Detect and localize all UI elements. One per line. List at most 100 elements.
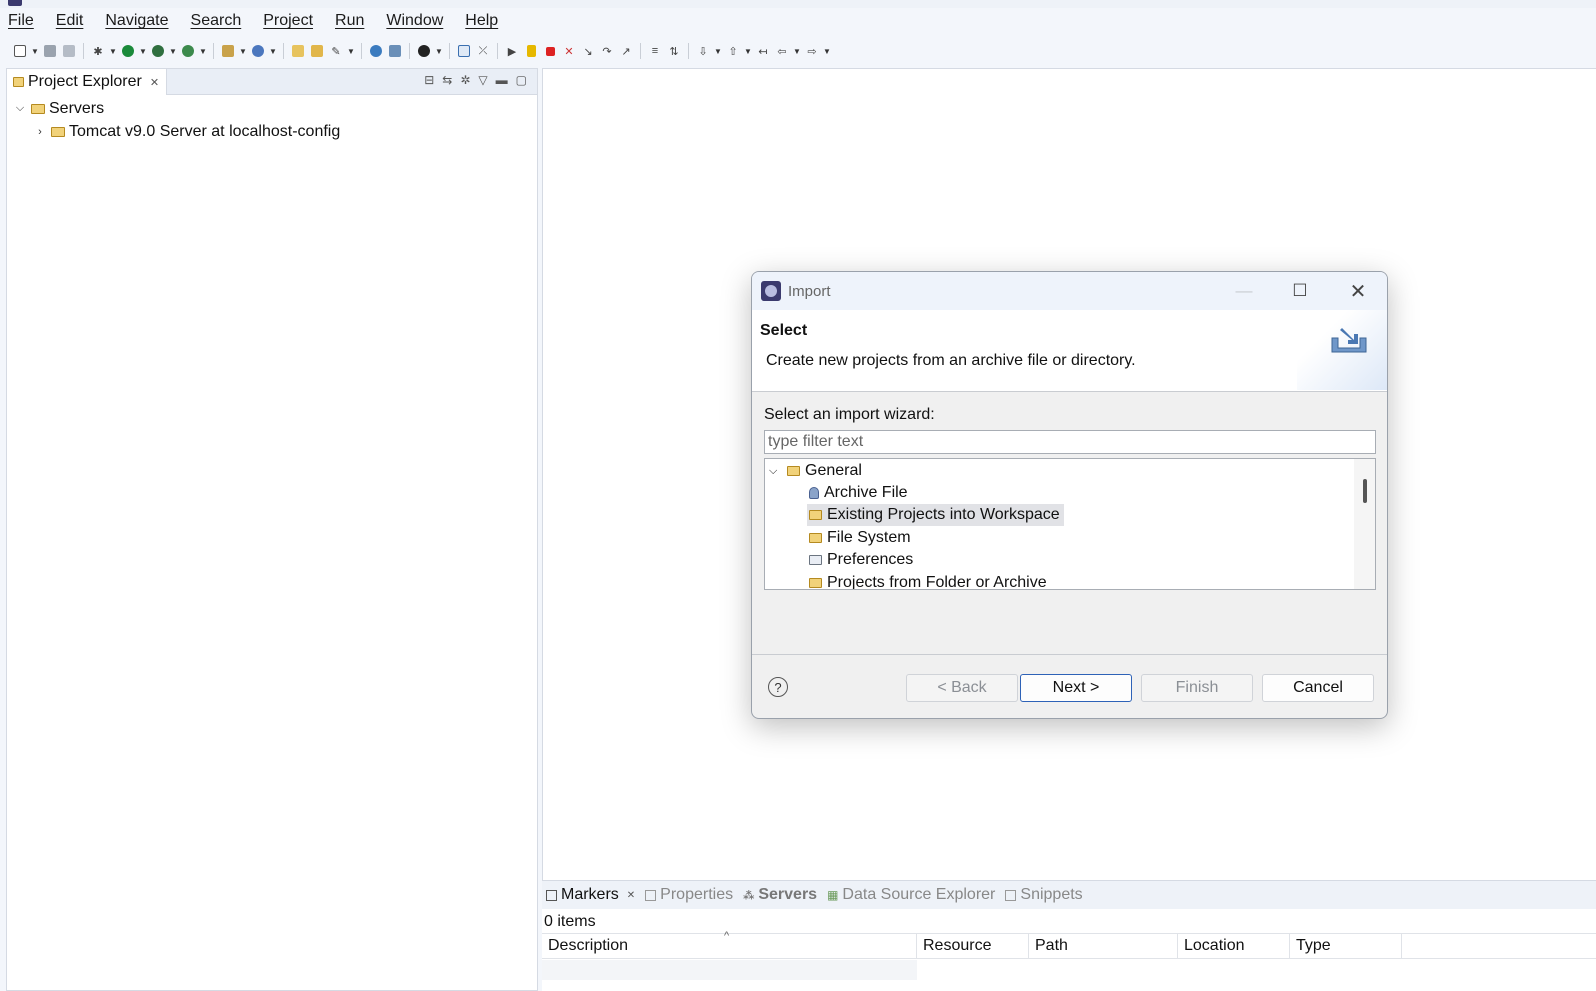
column-location[interactable]: Location <box>1178 934 1290 958</box>
chevron-down-icon[interactable]: ⌵ <box>13 102 27 115</box>
tree-group-general[interactable]: ⌵ General <box>769 460 862 482</box>
minimize-icon[interactable]: ▬ <box>496 73 508 87</box>
toolbar-separator <box>361 43 362 59</box>
chevron-down-icon[interactable]: ⌵ <box>769 465 787 478</box>
tree-scrollbar[interactable] <box>1354 459 1375 589</box>
step-into-icon[interactable]: ↘ <box>580 43 596 59</box>
menu-window[interactable]: Window <box>386 12 443 30</box>
chevron-down-icon[interactable]: ▼ <box>139 43 147 59</box>
chevron-down-icon[interactable]: ▼ <box>714 43 722 59</box>
filter-input[interactable] <box>764 430 1376 454</box>
tree-item-file-system[interactable]: File System <box>809 527 911 549</box>
forward-icon[interactable]: ⇨ <box>804 43 820 59</box>
close-icon[interactable]: ✕ <box>150 76 159 89</box>
column-type[interactable]: Type <box>1290 934 1402 958</box>
chevron-down-icon[interactable]: ▼ <box>793 43 801 59</box>
disconnect-icon[interactable]: ✕ <box>561 43 577 59</box>
tree-item-projects-from-folder[interactable]: Projects from Folder or Archive <box>809 572 1047 589</box>
web-browser-icon[interactable] <box>368 43 384 59</box>
resume-icon[interactable]: ▶ <box>504 43 520 59</box>
link-with-editor-icon[interactable]: ⇆ <box>442 73 452 87</box>
chevron-down-icon[interactable]: ▼ <box>435 43 443 59</box>
cancel-button[interactable]: Cancel <box>1262 674 1374 702</box>
chevron-down-icon[interactable]: ▼ <box>199 43 207 59</box>
menu-edit[interactable]: Edit <box>56 12 84 30</box>
open-type-icon[interactable] <box>290 43 306 59</box>
menu-search[interactable]: Search <box>191 12 242 30</box>
menu-run[interactable]: Run <box>335 12 364 30</box>
chevron-down-icon[interactable]: ▼ <box>269 43 277 59</box>
close-icon[interactable]: ✕ <box>1338 278 1378 304</box>
back-button[interactable]: < Back <box>906 674 1018 702</box>
console-icon[interactable] <box>456 43 472 59</box>
servers-icon: ⁂ <box>743 889 755 902</box>
maximize-icon[interactable]: ▢ <box>516 73 527 87</box>
chevron-right-icon[interactable]: › <box>33 126 47 138</box>
tree-item-preferences[interactable]: Preferences <box>809 549 913 571</box>
tab-data-source-explorer[interactable]: ▦ Data Source Explorer <box>827 886 995 904</box>
chevron-down-icon[interactable]: ▼ <box>347 43 355 59</box>
suspend-icon[interactable] <box>523 43 539 59</box>
tree-item-existing-projects[interactable]: Existing Projects into Workspace <box>807 504 1064 526</box>
new-class-icon[interactable] <box>250 43 266 59</box>
step-return-icon[interactable]: ↗ <box>618 43 634 59</box>
tree-item-archive-file[interactable]: Archive File <box>809 482 908 504</box>
next-button[interactable]: Next > <box>1020 674 1132 702</box>
menu-project[interactable]: Project <box>263 12 313 30</box>
step-over-icon[interactable]: ↷ <box>599 43 615 59</box>
project-explorer-icon <box>13 77 24 87</box>
use-step-filters-icon[interactable]: ⇅ <box>666 43 682 59</box>
minimize-icon[interactable]: — <box>1224 278 1264 304</box>
web-service-icon[interactable] <box>387 43 403 59</box>
column-path[interactable]: Path <box>1029 934 1178 958</box>
terminate-icon[interactable] <box>542 43 558 59</box>
menu-file[interactable]: File <box>8 12 34 30</box>
debug-icon[interactable]: ✱ <box>90 43 106 59</box>
coverage-icon[interactable] <box>150 43 166 59</box>
chevron-down-icon[interactable]: ▼ <box>744 43 752 59</box>
previous-annotation-icon[interactable]: ⇧ <box>725 43 741 59</box>
filters-icon[interactable]: ✲ <box>460 73 470 87</box>
tree-item-label: General <box>805 462 862 479</box>
collapse-all-icon[interactable]: ⊟ <box>424 73 434 87</box>
save-icon[interactable] <box>42 43 58 59</box>
finish-button[interactable]: Finish <box>1141 674 1253 702</box>
tree-item-servers[interactable]: ⌵ Servers <box>7 97 537 120</box>
save-all-icon[interactable] <box>61 43 77 59</box>
chevron-down-icon[interactable]: ▼ <box>823 43 831 59</box>
new-server-icon[interactable] <box>220 43 236 59</box>
tab-markers[interactable]: Markers ✕ <box>546 886 635 904</box>
back-icon[interactable]: ⇦ <box>774 43 790 59</box>
markers-table-header: ^ Description Resource Path Location Typ… <box>542 930 1596 959</box>
menu-navigate[interactable]: Navigate <box>105 12 168 30</box>
menu-help[interactable]: Help <box>465 12 498 30</box>
project-folder-icon <box>809 510 822 520</box>
tab-snippets[interactable]: Snippets <box>1005 886 1083 904</box>
chevron-down-icon[interactable]: ▼ <box>31 43 39 59</box>
tree-item-tomcat-config[interactable]: › Tomcat v9.0 Server at localhost-config <box>7 120 537 143</box>
dialog-titlebar[interactable]: Import — ☐ ✕ <box>752 272 1387 310</box>
scrollbar-thumb[interactable] <box>1363 479 1367 503</box>
chevron-down-icon[interactable]: ▼ <box>169 43 177 59</box>
chevron-down-icon[interactable]: ▼ <box>109 43 117 59</box>
tab-servers[interactable]: ⁂ Servers <box>743 886 817 904</box>
drop-to-frame-icon[interactable]: ≡ <box>647 43 663 59</box>
external-tools-icon[interactable] <box>180 43 196 59</box>
maximize-icon[interactable]: ☐ <box>1280 278 1320 304</box>
column-description[interactable]: ^ Description <box>542 930 917 958</box>
run-icon[interactable] <box>120 43 136 59</box>
search-icon[interactable]: ✎ <box>328 43 344 59</box>
open-resource-icon[interactable] <box>309 43 325 59</box>
new-icon[interactable] <box>12 43 28 59</box>
next-annotation-icon[interactable]: ⇩ <box>695 43 711 59</box>
help-icon[interactable]: ? <box>768 677 788 697</box>
last-edit-location-icon[interactable]: ↤ <box>755 43 771 59</box>
tab-properties[interactable]: Properties <box>645 886 733 904</box>
skip-breakpoints-icon[interactable]: ⤫ <box>475 43 491 59</box>
perspective-icon[interactable] <box>416 43 432 59</box>
view-menu-icon[interactable]: ▽ <box>478 73 487 87</box>
chevron-down-icon[interactable]: ▼ <box>239 43 247 59</box>
column-resource[interactable]: Resource <box>917 934 1029 958</box>
tab-project-explorer[interactable]: Project Explorer ✕ <box>7 69 167 95</box>
close-icon[interactable]: ✕ <box>627 890 635 901</box>
